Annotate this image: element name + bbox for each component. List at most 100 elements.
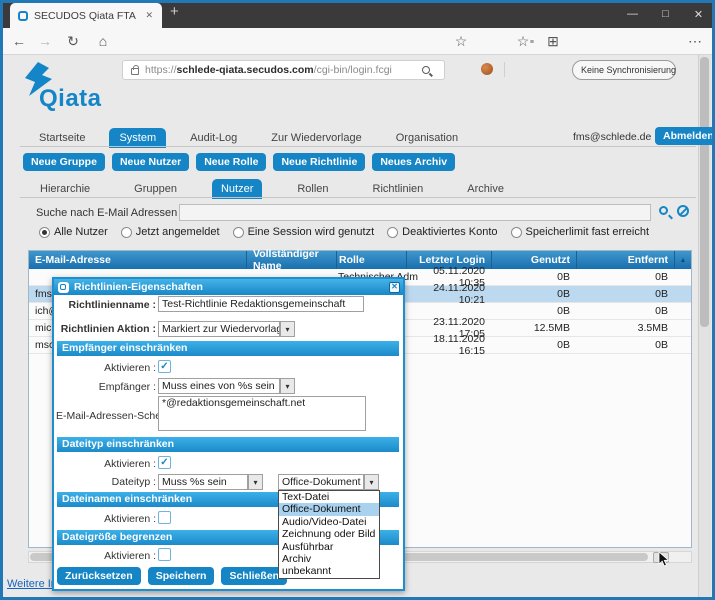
extension-icon[interactable] (481, 63, 493, 75)
filter-radios: Alle Nutzer Jetzt angemeldet Eine Sessio… (39, 226, 649, 238)
maximize-button[interactable]: □ (649, 0, 682, 28)
richtlinien-aktion-select[interactable]: Markiert zur Wiedervorlage (158, 321, 280, 337)
option-ausfuehrbar[interactable]: Ausführbar (279, 541, 379, 553)
favorites-bar-icon[interactable]: ☆ (514, 33, 532, 50)
option-archiv[interactable]: Archiv (279, 553, 379, 565)
nav-audit-log[interactable]: Audit-Log (180, 128, 247, 148)
radio-icon (387, 227, 398, 238)
sub-tabs: Hierarchie Gruppen Nutzer Rollen Richtli… (31, 179, 513, 199)
dateityp-options-dropdown: Text-Datei Office-Dokument Audio/Video-D… (278, 490, 380, 579)
sort-column[interactable]: ▲ (674, 251, 691, 269)
nav-organisation[interactable]: Organisation (386, 128, 468, 148)
filter-session-genutzt[interactable]: Eine Session wird genutzt (233, 226, 375, 238)
profile-button[interactable]: Keine Synchronisierung (572, 60, 676, 80)
clear-search-icon[interactable] (677, 205, 689, 217)
neue-richtlinie-button[interactable]: Neue Richtlinie (273, 153, 365, 171)
empfaenger-label: Empfänger : (56, 381, 156, 393)
dateityp-type-dropdown-icon[interactable]: ▾ (364, 474, 379, 490)
collections-icon[interactable]: ⊞ (544, 33, 562, 50)
option-office-dokument[interactable]: Office-Dokument (279, 503, 379, 515)
new-tab-button[interactable]: + (170, 3, 179, 20)
home-icon[interactable]: ⌂ (94, 33, 112, 49)
nav-startseite[interactable]: Startseite (29, 128, 95, 148)
search-input[interactable] (179, 204, 651, 221)
tab-richtlinien[interactable]: Richtlinien (364, 179, 433, 199)
minimize-button[interactable]: — (616, 0, 649, 28)
tab-rollen[interactable]: Rollen (288, 179, 337, 199)
dateityp-rule-dropdown-icon[interactable]: ▾ (248, 474, 263, 490)
tab-hierarchie[interactable]: Hierarchie (31, 179, 99, 199)
speichern-button[interactable]: Speichern (148, 567, 215, 585)
col-name[interactable]: Vollständiger Name (246, 251, 336, 269)
richtlinien-aktion-dropdown-icon[interactable]: ▾ (280, 321, 295, 337)
neue-rolle-button[interactable]: Neue Rolle (196, 153, 266, 171)
window-close-button[interactable]: ✕ (682, 0, 715, 28)
table-header: E-Mail-Adresse Vollständiger Name Rolle … (29, 251, 691, 269)
aktivieren-label: Aktivieren : (56, 362, 156, 374)
neue-gruppe-button[interactable]: Neue Gruppe (23, 153, 105, 171)
option-text-datei[interactable]: Text-Datei (279, 491, 379, 503)
tab-close-icon[interactable]: ✕ (142, 8, 156, 23)
dialog-titlebar[interactable]: Richtlinien-Eigenschaften ✕ (54, 279, 403, 295)
dateityp-aktivieren-checkbox[interactable] (158, 456, 171, 469)
empfaenger-dropdown-icon[interactable]: ▾ (280, 378, 295, 394)
search-label: Suche nach E-Mail Adressen : (36, 207, 183, 219)
neues-archiv-button[interactable]: Neues Archiv (372, 153, 455, 171)
dateinamen-aktivieren-checkbox[interactable] (158, 511, 171, 524)
browser-tab[interactable]: SECUDOS Qiata FTA ✕ (10, 3, 162, 28)
nav-zur-wiedervorlage[interactable]: Zur Wiedervorlage (261, 128, 371, 148)
empfaenger-aktivieren-checkbox[interactable] (158, 360, 171, 373)
nav-divider (20, 146, 696, 147)
dateityp-type-select[interactable]: Office-Dokument (278, 474, 364, 490)
tab-nutzer[interactable]: Nutzer (212, 179, 262, 199)
radio-selected-icon (39, 227, 50, 238)
option-unbekannt[interactable]: unbekannt (279, 565, 379, 577)
dialog-close-icon[interactable]: ✕ (389, 282, 400, 293)
schema-textarea[interactable]: *@redaktionsgemeinschaft.net (158, 396, 366, 431)
search-icon[interactable] (659, 206, 668, 215)
tab-title: SECUDOS Qiata FTA (34, 10, 142, 22)
col-genutzt[interactable]: Genutzt (491, 251, 576, 269)
browser-titlebar: SECUDOS Qiata FTA ✕ + — □ ✕ (0, 0, 715, 28)
option-zeichnung-bild[interactable]: Zeichnung oder Bild (279, 528, 379, 540)
aktivieren-label: Aktivieren : (56, 458, 156, 470)
action-buttons: Neue Gruppe Neue Nutzer Neue Rolle Neue … (23, 153, 455, 171)
aktivieren-label: Aktivieren : (56, 513, 156, 525)
url-text[interactable]: https://schlede-qiata.secudos.com/cgi-bi… (145, 64, 392, 76)
filter-deaktiviertes-konto[interactable]: Deaktiviertes Konto (387, 226, 497, 238)
section-empfaenger: Empfänger einschränken (57, 341, 399, 356)
col-rolle[interactable]: Rolle (336, 251, 406, 269)
address-bar[interactable]: https://schlede-qiata.secudos.com/cgi-bi… (122, 60, 445, 80)
refresh-icon[interactable]: ↻ (64, 33, 82, 50)
tab-gruppen[interactable]: Gruppen (125, 179, 186, 199)
user-email: fms@schlede.de (573, 131, 651, 143)
filter-alle-nutzer[interactable]: Alle Nutzer (39, 226, 108, 238)
lock-icon (131, 68, 139, 75)
aktivieren-label: Aktivieren : (56, 550, 156, 562)
page-vertical-scrollbar-thumb[interactable] (700, 57, 709, 327)
sync-status: Keine Synchronisierung (573, 65, 676, 75)
radio-icon (233, 227, 244, 238)
zoom-page-icon[interactable] (422, 66, 430, 74)
zuruecksetzen-button[interactable]: Zurücksetzen (57, 567, 141, 585)
empfaenger-select[interactable]: Muss eines von %s sein (158, 378, 280, 394)
radio-icon (511, 227, 522, 238)
main-nav: Startseite System Audit-Log Zur Wiedervo… (29, 128, 468, 148)
dateigroesse-aktivieren-checkbox[interactable] (158, 548, 171, 561)
nav-system[interactable]: System (109, 128, 166, 148)
neue-nutzer-button[interactable]: Neue Nutzer (112, 153, 189, 171)
richtlinienname-input[interactable] (158, 296, 364, 312)
col-entfernt[interactable]: Entfernt (576, 251, 674, 269)
back-icon[interactable]: ← (10, 33, 28, 49)
richtlinienname-label: Richtlinienname : (56, 299, 156, 311)
filter-jetzt-angemeldet[interactable]: Jetzt angemeldet (121, 226, 220, 238)
col-email[interactable]: E-Mail-Adresse (29, 251, 246, 269)
favorite-star-icon[interactable]: ☆ (452, 33, 470, 50)
logout-button[interactable]: Abmelden (655, 127, 715, 145)
more-menu-icon[interactable]: ⋯ (686, 33, 704, 50)
tab-archive[interactable]: Archive (458, 179, 513, 199)
dateityp-rule-select[interactable]: Muss %s sein (158, 474, 248, 490)
dateityp-label: Dateityp : (56, 476, 156, 488)
option-audio-video[interactable]: Audio/Video-Datei (279, 516, 379, 528)
filter-speicherlimit[interactable]: Speicherlimit fast erreicht (511, 226, 650, 238)
